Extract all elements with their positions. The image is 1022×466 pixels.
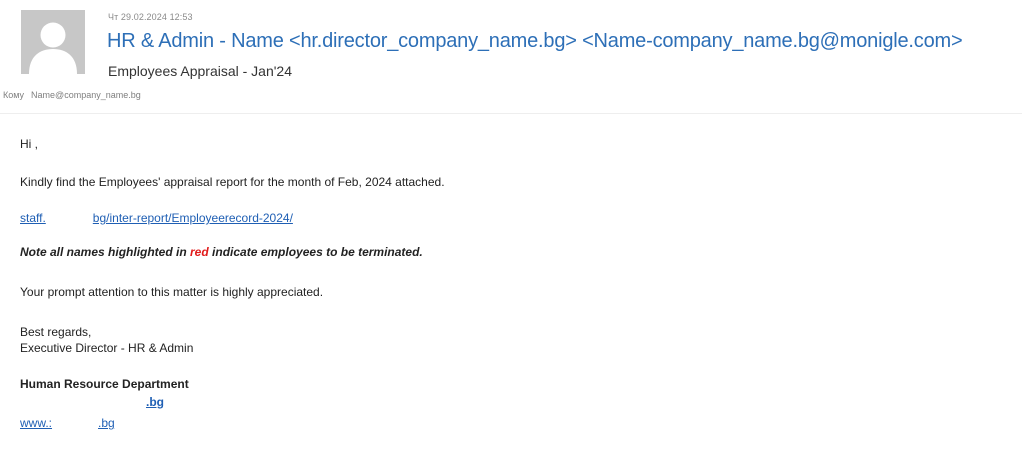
signature-link-2[interactable]: .bg — [98, 416, 115, 430]
greeting: Hi , — [20, 137, 38, 151]
closing-regards: Best regards, — [20, 325, 92, 339]
email-subject: Employees Appraisal - Jan'24 — [108, 63, 292, 79]
report-link-line: staff. bg/inter-report/Employeerecord-202… — [20, 211, 293, 226]
to-label: Кому — [3, 90, 25, 100]
signature-link-1-line: .bg — [146, 395, 164, 410]
recipient-address[interactable]: Name@company_name.bg — [31, 90, 141, 100]
report-link[interactable]: bg/inter-report/Employeerecord-2024/ — [93, 211, 293, 225]
prompt-paragraph: Your prompt attention to this matter is … — [20, 285, 324, 299]
sender-avatar — [21, 10, 85, 74]
intro-paragraph: Kindly find the Employees' appraisal rep… — [20, 175, 445, 189]
signature-link-2-line: www.: .bg — [20, 416, 115, 431]
termination-note: Note all names highlighted in red indica… — [20, 245, 423, 260]
note-red-word: red — [190, 245, 209, 259]
recipient-line: Кому Name@company_name.bg — [3, 90, 141, 100]
sender-title: Executive Director - HR & Admin — [20, 341, 194, 355]
signature-link-1[interactable]: .bg — [146, 395, 164, 409]
department-name: Human Resource Department — [20, 377, 189, 391]
sent-timestamp: Чт 29.02.2024 12:53 — [108, 12, 193, 22]
header-divider — [0, 113, 1022, 114]
sender-name[interactable]: HR & Admin - Name <hr.director_company_n… — [107, 30, 963, 53]
person-silhouette-icon — [21, 10, 85, 74]
signature-link-2-prefix[interactable]: www.: — [20, 416, 52, 430]
report-link-prefix[interactable]: staff. — [20, 211, 46, 225]
note-text-start: Note all names highlighted in — [20, 245, 191, 259]
note-text-end: indicate employees to be terminated. — [208, 245, 423, 259]
